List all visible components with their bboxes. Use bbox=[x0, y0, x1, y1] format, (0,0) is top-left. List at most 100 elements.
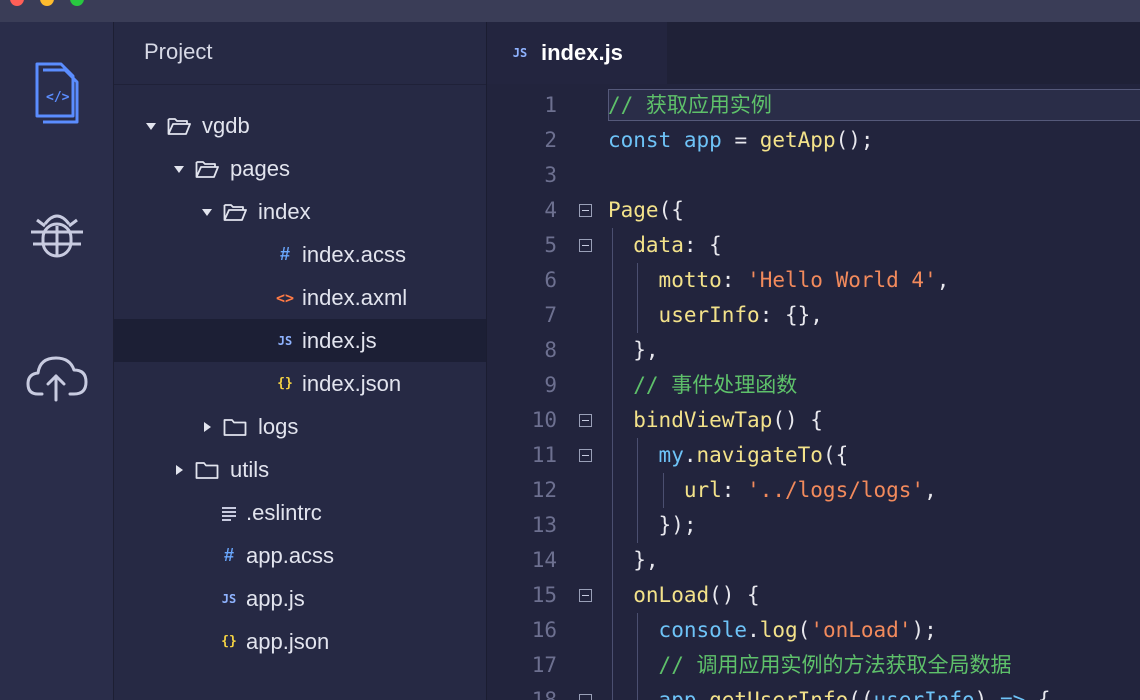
code-token: url bbox=[683, 478, 722, 502]
code-line[interactable]: 13}); bbox=[487, 508, 1140, 543]
tree-item-label: utils bbox=[230, 456, 270, 482]
folder-icon bbox=[194, 460, 220, 480]
indent-guide bbox=[637, 508, 639, 543]
caret-right-icon[interactable] bbox=[200, 421, 214, 433]
tree-item-index-js[interactable]: JS index.js bbox=[114, 319, 486, 362]
code-token: app bbox=[683, 128, 722, 152]
line-number: 10 bbox=[531, 408, 557, 432]
code-token: : bbox=[721, 268, 748, 292]
code-line[interactable]: 4 Page({ bbox=[487, 193, 1140, 228]
code-text: }, bbox=[633, 333, 658, 368]
code-token: 'Hello World 4' bbox=[747, 268, 937, 292]
tree-item-index-json[interactable]: {} index.json bbox=[114, 362, 486, 405]
tab-index-js[interactable]: JS index.js bbox=[487, 22, 667, 84]
tree-item-index-acss[interactable]: # index.acss bbox=[114, 233, 486, 276]
tree-item-app-js[interactable]: JS app.js bbox=[114, 577, 486, 620]
tree-item-logs[interactable]: logs bbox=[114, 405, 486, 448]
tree-item-vgdb[interactable]: vgdb bbox=[114, 104, 486, 147]
code-text: my.navigateTo({ bbox=[659, 438, 849, 473]
tree-item-label: index bbox=[258, 198, 311, 224]
code-text: onLoad() { bbox=[633, 578, 759, 613]
code-line[interactable]: 18 app.getUserInfo((userInfo) => { bbox=[487, 683, 1140, 700]
code-line[interactable]: 8}, bbox=[487, 333, 1140, 368]
explorer-header: Project bbox=[114, 22, 486, 85]
code-token: Page bbox=[608, 198, 659, 222]
fold-toggle-icon[interactable] bbox=[579, 204, 592, 217]
code-line[interactable]: 6 motto: 'Hello World 4', bbox=[487, 263, 1140, 298]
code-token: // 事件处理函数 bbox=[633, 373, 798, 397]
tree-item-pages[interactable]: pages bbox=[114, 147, 486, 190]
activity-bar: </> bbox=[0, 22, 114, 700]
code-file-icon[interactable]: </> bbox=[0, 60, 113, 126]
caret-down-icon[interactable] bbox=[172, 164, 186, 174]
code-token: : bbox=[721, 478, 748, 502]
code-token: bindViewTap bbox=[633, 408, 773, 432]
code-text: // 获取应用实例 bbox=[608, 88, 772, 123]
debug-bug-icon[interactable] bbox=[0, 202, 113, 262]
code-text: // 事件处理函数 bbox=[633, 368, 797, 403]
project-explorer: Project vgdb pages index # index.acss <> index… bbox=[114, 22, 487, 700]
code-line[interactable]: 9 // 事件处理函数 bbox=[487, 368, 1140, 403]
fold-toggle-icon[interactable] bbox=[579, 239, 592, 252]
code-line[interactable]: 10 bindViewTap() { bbox=[487, 403, 1140, 438]
code-token: . bbox=[696, 688, 710, 700]
tree-item-app-acss[interactable]: # app.acss bbox=[114, 534, 486, 577]
code-line[interactable]: 7 userInfo: {}, bbox=[487, 298, 1140, 333]
cloud-upload-icon[interactable] bbox=[0, 348, 113, 404]
caret-down-icon[interactable] bbox=[144, 121, 158, 131]
caret-right-icon[interactable] bbox=[172, 464, 186, 476]
code-line[interactable]: 16 console.log('onLoad'); bbox=[487, 613, 1140, 648]
fold-toggle-icon[interactable] bbox=[579, 414, 592, 427]
code-token: : { bbox=[683, 233, 722, 257]
file-tree: vgdb pages index # index.acss <> index.axml JS i… bbox=[114, 104, 486, 663]
fold-toggle-icon[interactable] bbox=[579, 589, 592, 602]
close-window-button[interactable] bbox=[10, 0, 24, 6]
caret-down-icon[interactable] bbox=[200, 207, 214, 217]
minimize-window-button[interactable] bbox=[40, 0, 54, 6]
code-text: bindViewTap() { bbox=[633, 403, 823, 438]
folder-open-icon bbox=[166, 116, 192, 136]
code-token: (); bbox=[835, 128, 874, 152]
code-line[interactable]: 12 url: '../logs/logs', bbox=[487, 473, 1140, 508]
code-line[interactable]: 17 // 调用应用实例的方法获取全局数据 bbox=[487, 648, 1140, 683]
code-line[interactable]: 5 data: { bbox=[487, 228, 1140, 263]
fold-toggle-icon[interactable] bbox=[579, 449, 592, 462]
code-line[interactable]: 14}, bbox=[487, 543, 1140, 578]
code-line[interactable]: 3 bbox=[487, 158, 1140, 193]
tree-item-label: index.axml bbox=[302, 284, 408, 310]
tree-item-index-axml[interactable]: <> index.axml bbox=[114, 276, 486, 319]
tree-item-index[interactable]: index bbox=[114, 190, 486, 233]
tree-item-label: app.acss bbox=[246, 542, 335, 568]
code-token: { bbox=[1025, 688, 1051, 700]
tree-item-label: index.js bbox=[302, 327, 377, 353]
code-token: ) bbox=[974, 688, 1000, 700]
maximize-window-button[interactable] bbox=[70, 0, 84, 6]
code-line[interactable]: 11 my.navigateTo({ bbox=[487, 438, 1140, 473]
line-number: 3 bbox=[544, 163, 557, 187]
code-token: () { bbox=[709, 583, 760, 607]
code-text: const app = getApp(); bbox=[608, 123, 874, 158]
code-token: getApp bbox=[759, 128, 836, 152]
line-number: 17 bbox=[531, 653, 557, 677]
code-line[interactable]: 1 // 获取应用实例 bbox=[487, 88, 1140, 123]
line-number: 8 bbox=[544, 338, 557, 362]
editor-tab-bar: JS index.js bbox=[487, 22, 1140, 84]
tree-item-label: logs bbox=[258, 413, 299, 439]
indent-guide bbox=[612, 438, 613, 473]
line-number: 7 bbox=[544, 303, 557, 327]
line-number: 5 bbox=[544, 233, 557, 257]
code-line[interactable]: 15 onLoad() { bbox=[487, 578, 1140, 613]
code-text: app.getUserInfo((userInfo) => { bbox=[659, 683, 1051, 700]
code-area[interactable]: 1// 获取应用实例 2 const app = getApp(); 3 4 Page({… bbox=[487, 88, 1140, 700]
indent-guide bbox=[637, 613, 639, 648]
tree-item-utils[interactable]: utils bbox=[114, 448, 486, 491]
line-number: 11 bbox=[531, 443, 557, 467]
code-line[interactable]: 2 const app = getApp(); bbox=[487, 123, 1140, 158]
fold-toggle-icon[interactable] bbox=[579, 694, 592, 700]
tree-item-eslintrc[interactable]: .eslintrc bbox=[114, 491, 486, 534]
code-token: () { bbox=[772, 408, 823, 432]
tree-item-label: index.acss bbox=[302, 241, 406, 267]
js-file-icon: JS bbox=[277, 333, 293, 348]
tree-item-app-json[interactable]: {} app.json bbox=[114, 620, 486, 663]
code-text: }, bbox=[633, 543, 658, 578]
